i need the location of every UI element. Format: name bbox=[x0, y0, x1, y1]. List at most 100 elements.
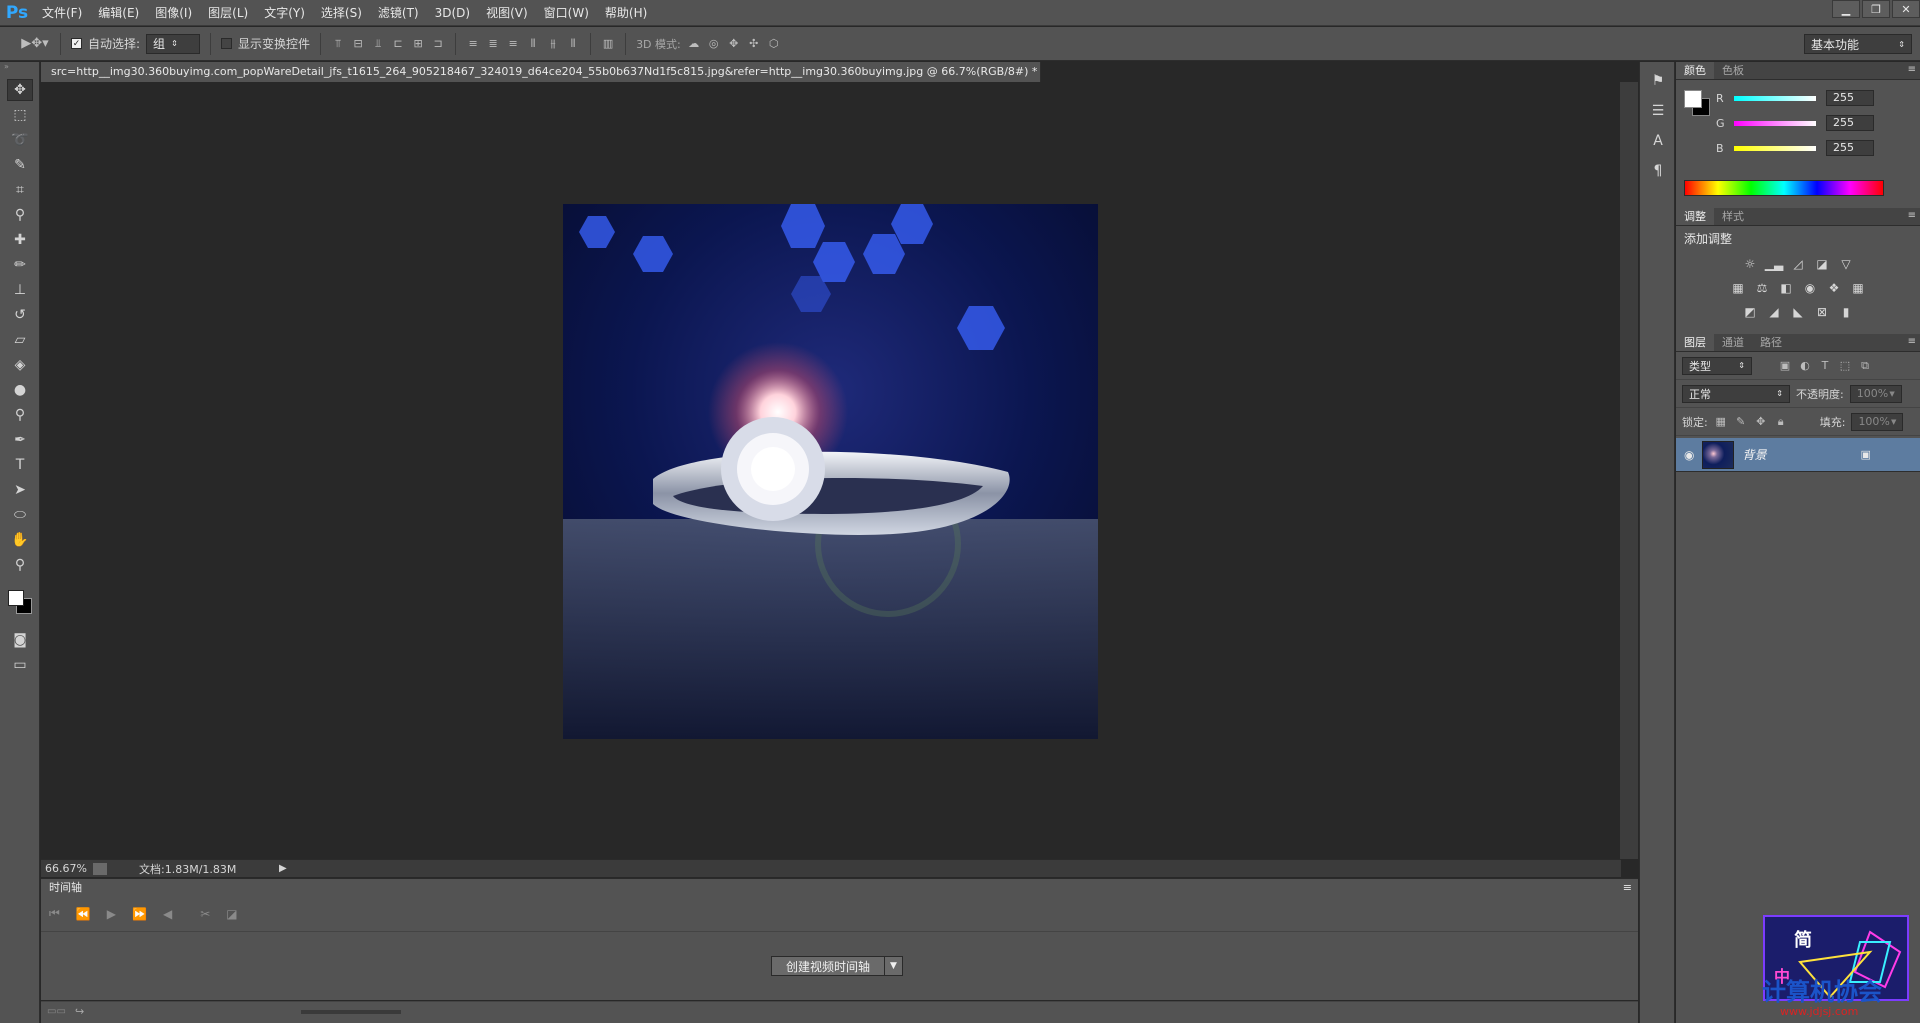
panel-menu-icon[interactable]: ≡ bbox=[1908, 64, 1916, 75]
vertical-scrollbar[interactable] bbox=[1620, 82, 1638, 859]
split-icon[interactable]: ✂ bbox=[200, 907, 210, 921]
type-tool-icon[interactable]: T bbox=[7, 454, 33, 476]
black-white-icon[interactable]: ◧ bbox=[1778, 281, 1794, 295]
next-frame-icon[interactable]: ⏩ bbox=[132, 907, 147, 921]
filter-type-icon[interactable]: T bbox=[1818, 359, 1832, 373]
filter-adjustment-icon[interactable]: ◐ bbox=[1798, 359, 1812, 373]
channel-r-slider[interactable] bbox=[1734, 95, 1816, 101]
zoom-level[interactable]: 66.67% bbox=[41, 862, 93, 875]
chevron-down-icon[interactable]: ▼ bbox=[885, 956, 904, 976]
align-right-icon[interactable]: ⊐ bbox=[431, 37, 445, 51]
vibrance-icon[interactable]: ▽ bbox=[1838, 257, 1854, 271]
quick-select-tool-icon[interactable]: ✎ bbox=[7, 154, 33, 176]
panel-menu-icon[interactable]: ≡ bbox=[1908, 336, 1916, 347]
brush-tool-icon[interactable]: ✏ bbox=[7, 254, 33, 276]
panel-menu-icon[interactable]: ≡ bbox=[1908, 210, 1916, 221]
menu-help[interactable]: 帮助(H) bbox=[597, 0, 655, 26]
levels-icon[interactable]: ▁▃ bbox=[1765, 257, 1783, 271]
filter-smart-object-icon[interactable]: ⧉ bbox=[1858, 359, 1872, 373]
channel-b-slider[interactable] bbox=[1734, 145, 1816, 151]
align-hcenter-icon[interactable]: ⊞ bbox=[411, 37, 425, 51]
workspace-dropdown[interactable]: 基本功能 ⇕ bbox=[1804, 34, 1912, 54]
layer-thumbnail[interactable] bbox=[1702, 440, 1735, 469]
transition-icon[interactable]: ◪ bbox=[226, 907, 237, 921]
status-menu-arrow-icon[interactable]: ▶ bbox=[279, 863, 287, 874]
channel-g-value[interactable]: 255 bbox=[1826, 115, 1874, 131]
prev-frame-icon[interactable]: ⏪ bbox=[76, 907, 91, 921]
paint-bucket-tool-icon[interactable]: ◈ bbox=[7, 354, 33, 376]
channel-r-value[interactable]: 255 bbox=[1826, 90, 1874, 106]
dodge-tool-icon[interactable]: ⚲ bbox=[7, 404, 33, 426]
curves-icon[interactable]: ◿ bbox=[1790, 257, 1806, 271]
quick-mask-icon[interactable]: ◙ bbox=[7, 629, 33, 651]
foreground-color-swatch[interactable] bbox=[8, 590, 24, 606]
3d-slide-icon[interactable]: ✣ bbox=[747, 37, 761, 51]
tab-layers[interactable]: 图层 bbox=[1676, 334, 1714, 351]
timeline-title[interactable]: 时间轴 bbox=[49, 881, 82, 894]
auto-align-icon[interactable]: ▥ bbox=[601, 37, 615, 51]
crop-tool-icon[interactable]: ⌗ bbox=[7, 179, 33, 201]
blend-mode-dropdown[interactable]: 正常 ⇕ bbox=[1682, 384, 1790, 403]
render-video-icon[interactable]: ↪ bbox=[75, 1005, 84, 1018]
zoom-tool-icon[interactable]: ⚲ bbox=[7, 554, 33, 576]
brightness-icon[interactable]: ☼ bbox=[1742, 257, 1758, 271]
create-video-timeline-button[interactable]: 创建视频时间轴 bbox=[771, 956, 886, 976]
3d-rotate-icon[interactable]: ☁ bbox=[687, 37, 701, 51]
auto-select-checkbox[interactable]: ✓ bbox=[71, 38, 82, 49]
threshold-icon[interactable]: ◣ bbox=[1790, 305, 1806, 319]
move-tool-preset-icon[interactable]: ▶✥▾ bbox=[20, 36, 50, 51]
photo-filter-icon[interactable]: ◉ bbox=[1802, 281, 1818, 295]
fill-input[interactable]: 100% ▼ bbox=[1851, 412, 1904, 431]
clone-stamp-tool-icon[interactable]: ⊥ bbox=[7, 279, 33, 301]
selective-color-icon[interactable]: ⊠ bbox=[1814, 305, 1830, 319]
move-tool-icon[interactable]: ✥ bbox=[7, 79, 33, 101]
filter-shape-icon[interactable]: ⬚ bbox=[1838, 359, 1852, 373]
distribute-bottom-icon[interactable]: ≡ bbox=[506, 37, 520, 51]
lasso-tool-icon[interactable]: ➰ bbox=[7, 129, 33, 151]
audio-icon[interactable]: ◀ bbox=[163, 907, 172, 921]
tab-swatches[interactable]: 色板 bbox=[1714, 62, 1752, 79]
distribute-right-icon[interactable]: ⫴ bbox=[566, 37, 580, 51]
close-button[interactable]: ✕ bbox=[1892, 0, 1920, 18]
menu-layer[interactable]: 图层(L) bbox=[200, 0, 256, 26]
tab-styles[interactable]: 样式 bbox=[1714, 208, 1752, 225]
tab-paths[interactable]: 路径 bbox=[1752, 334, 1790, 351]
tab-channels[interactable]: 通道 bbox=[1714, 334, 1752, 351]
path-select-tool-icon[interactable]: ➤ bbox=[7, 479, 33, 501]
menu-view[interactable]: 视图(V) bbox=[478, 0, 536, 26]
restore-button[interactable]: ❐ bbox=[1862, 0, 1890, 18]
color-balance-icon[interactable]: ⚖ bbox=[1754, 281, 1770, 295]
distribute-left-icon[interactable]: ⫴ bbox=[526, 37, 540, 51]
distribute-vcenter-icon[interactable]: ≣ bbox=[486, 37, 500, 51]
posterize-icon[interactable]: ◢ bbox=[1766, 305, 1782, 319]
history-brush-tool-icon[interactable]: ↺ bbox=[7, 304, 33, 326]
opacity-input[interactable]: 100% ▼ bbox=[1849, 384, 1902, 403]
eraser-tool-icon[interactable]: ▱ bbox=[7, 329, 33, 351]
distribute-hcenter-icon[interactable]: ⫵ bbox=[546, 37, 560, 51]
color-spectrum[interactable] bbox=[1684, 180, 1884, 196]
document-image[interactable] bbox=[563, 204, 1098, 739]
filter-pixel-icon[interactable]: ▣ bbox=[1778, 359, 1792, 373]
zoom-slider[interactable] bbox=[301, 1010, 401, 1014]
channel-b-value[interactable]: 255 bbox=[1826, 140, 1874, 156]
tab-adjustments[interactable]: 调整 bbox=[1676, 208, 1714, 225]
3d-pan-icon[interactable]: ✥ bbox=[727, 37, 741, 51]
align-top-icon[interactable]: ⫪ bbox=[331, 37, 345, 51]
tab-color[interactable]: 颜色 bbox=[1676, 62, 1714, 79]
canvas-area[interactable] bbox=[41, 82, 1621, 859]
history-panel-icon[interactable]: ⚑ bbox=[1646, 70, 1670, 92]
hand-tool-icon[interactable]: ✋ bbox=[7, 529, 33, 551]
status-info-icon[interactable] bbox=[93, 862, 107, 875]
distribute-top-icon[interactable]: ≡ bbox=[466, 37, 480, 51]
healing-brush-tool-icon[interactable]: ✚ bbox=[7, 229, 33, 251]
character-panel-icon[interactable]: A bbox=[1646, 130, 1670, 152]
lock-all-icon[interactable]: 🔒︎ bbox=[1774, 415, 1788, 429]
ellipse-tool-icon[interactable]: ⬭ bbox=[7, 504, 33, 526]
layer-name[interactable]: 背景 bbox=[1742, 446, 1852, 463]
channel-mixer-icon[interactable]: ❖ bbox=[1826, 281, 1842, 295]
color-swatches[interactable] bbox=[0, 582, 39, 626]
first-frame-icon[interactable]: ⏮ bbox=[49, 906, 60, 921]
show-transform-checkbox[interactable] bbox=[221, 38, 233, 49]
eyedropper-tool-icon[interactable]: ⚲ bbox=[7, 204, 33, 226]
document-tab[interactable]: src=http__img30.360buyimg.com_popWareDet… bbox=[41, 62, 1041, 82]
